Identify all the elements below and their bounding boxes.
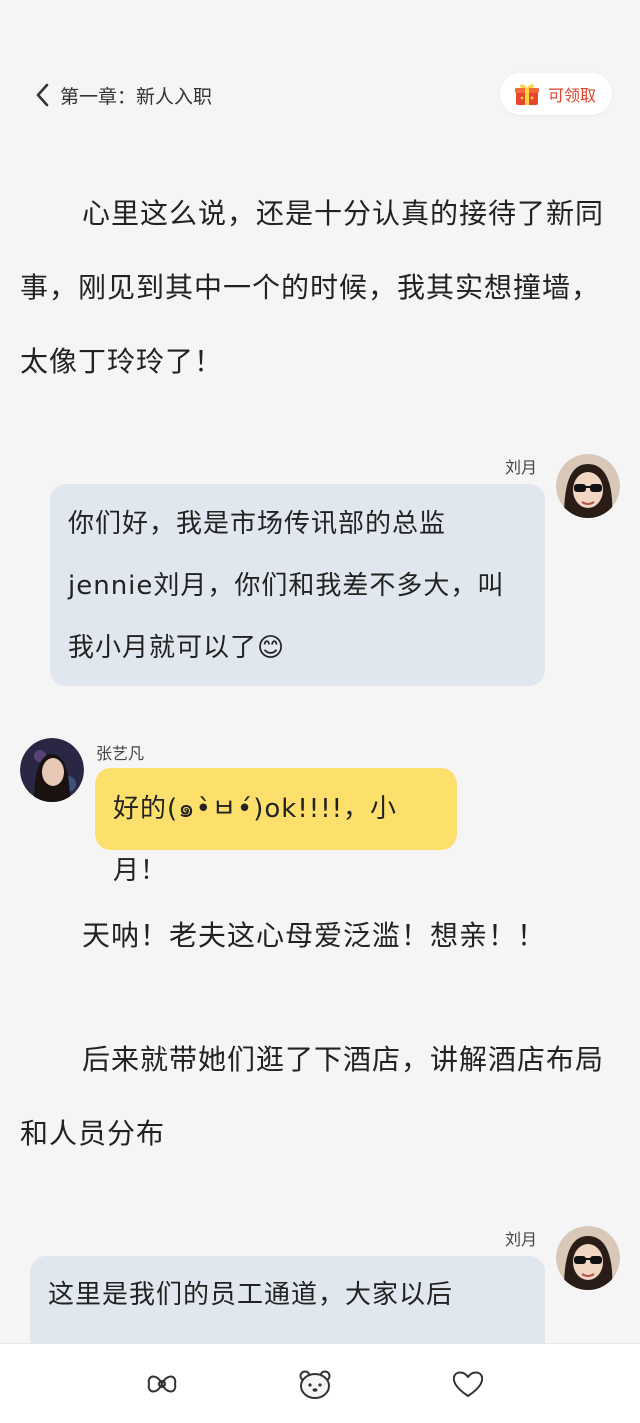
bear-face-icon[interactable] <box>298 1367 332 1401</box>
avatar[interactable] <box>20 738 84 802</box>
chapter-title[interactable]: 第一章：新人入职 <box>60 82 212 109</box>
story-paragraph: 心里这么说，还是十分认真的接待了新同事，刚见到其中一个的时候，我其实想撞墙，太像… <box>20 177 610 399</box>
heart-icon[interactable] <box>451 1367 485 1401</box>
avatar-portrait-icon <box>556 454 620 518</box>
bottom-bar <box>0 1343 640 1423</box>
story-paragraph-text: 心里这么说，还是十分认真的接待了新同事，刚见到其中一个的时候，我其实想撞墙，太像… <box>20 197 605 378</box>
back-arrow-icon[interactable] <box>32 80 54 110</box>
chat-bubble: 你们好，我是市场传讯部的总监jennie刘月，你们和我差不多大，叫我小月就可以了… <box>50 484 545 686</box>
story-paragraph: 后来就带她们逛了下酒店，讲解酒店布局和人员分布 <box>20 1023 610 1171</box>
speaker-name: 张艺凡 <box>96 744 145 763</box>
chat-bubble: 好的(๑•̀ㅂ•́)ok!!!!，小月！ <box>95 768 457 886</box>
speaker-name: 刘月 <box>505 1230 538 1249</box>
story-paragraph: 天呐！老夫这心母爱泛滥！想亲！！ <box>20 899 610 973</box>
avatar[interactable] <box>556 1226 620 1290</box>
avatar[interactable] <box>556 454 620 518</box>
speaker-name: 刘月 <box>505 458 538 477</box>
top-bar: 第一章：新人入职 可领取 <box>0 70 640 120</box>
claim-label: 可领取 <box>547 86 596 105</box>
avatar-portrait-icon <box>20 738 84 802</box>
gift-box-icon <box>514 84 539 105</box>
story-paragraph-text: 天呐！老夫这心母爱泛滥！想亲！！ <box>82 919 547 952</box>
bow-icon[interactable] <box>145 1367 179 1401</box>
avatar-portrait-icon <box>556 1226 620 1290</box>
story-paragraph-text: 后来就带她们逛了下酒店，讲解酒店布局和人员分布 <box>20 1043 605 1150</box>
claim-reward-button[interactable]: 可领取 <box>499 73 612 115</box>
